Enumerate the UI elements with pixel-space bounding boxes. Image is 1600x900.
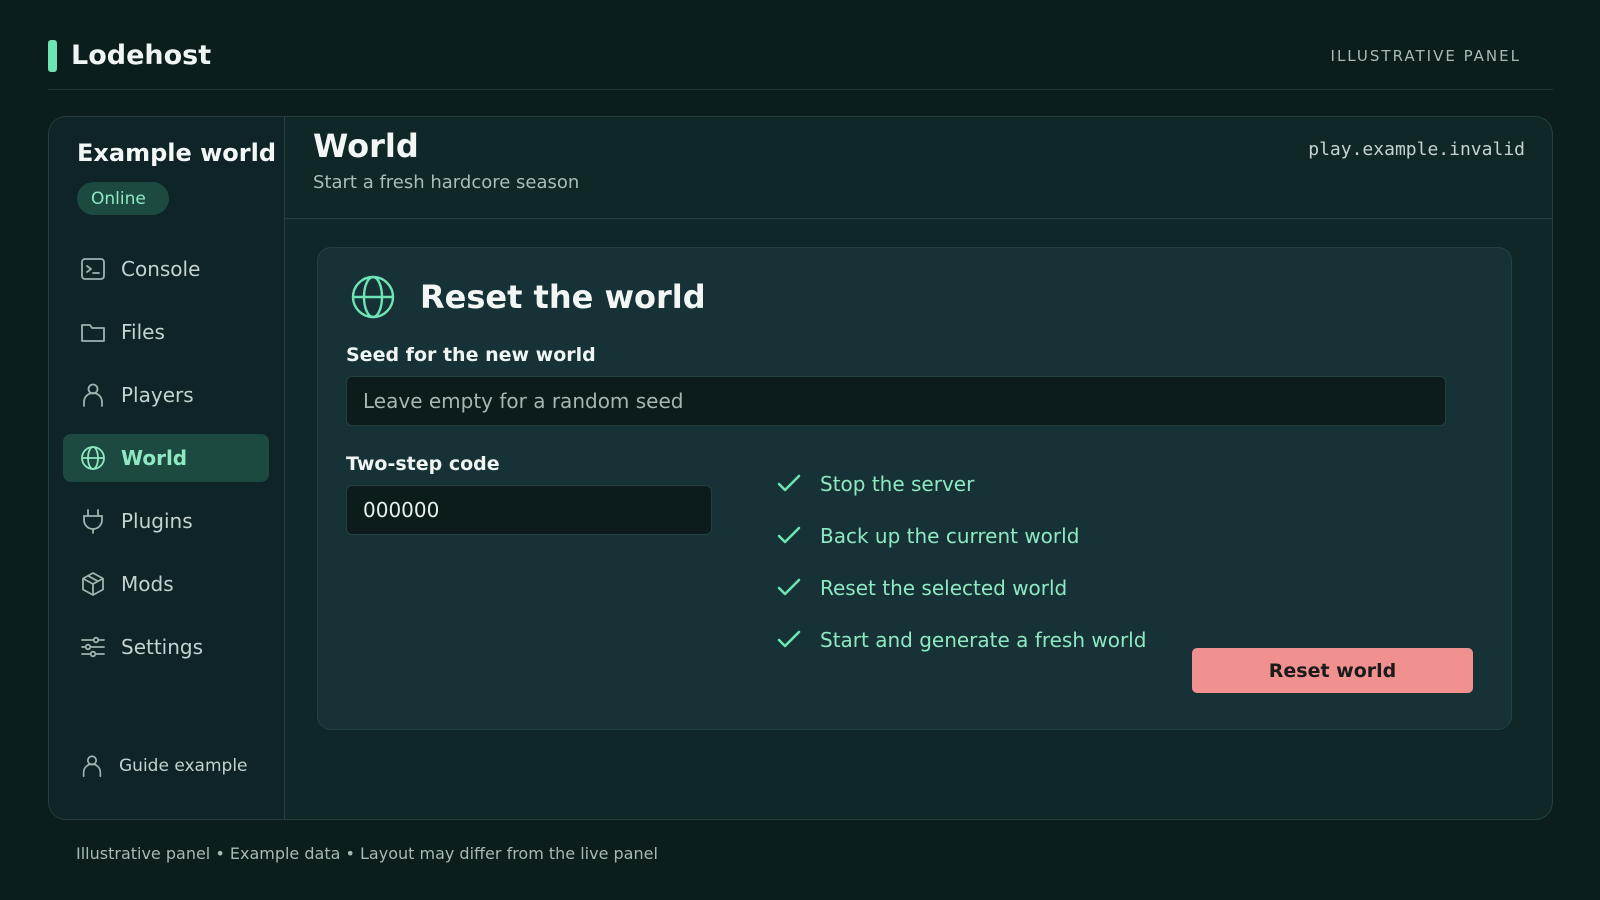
sidebar-item-plugins[interactable]: Plugins	[63, 497, 269, 545]
cube-icon	[82, 572, 104, 596]
list-item: Start and generate a fresh world	[776, 614, 1146, 666]
sidebar-nav: Console Files Players World Plugins Mods…	[63, 245, 269, 686]
page-subtitle: Start a fresh hardcore season	[313, 172, 580, 193]
reset-world-button[interactable]: Reset world	[1192, 648, 1473, 693]
main-content: World Start a fresh hardcore season play…	[285, 117, 1552, 819]
sidebar-item-world[interactable]: World	[63, 434, 269, 482]
list-item: Stop the server	[776, 458, 1146, 510]
step-label: Stop the server	[820, 472, 975, 496]
globe-icon	[81, 446, 105, 470]
page-title: World	[313, 127, 419, 165]
seed-label: Seed for the new world	[346, 344, 596, 366]
brand[interactable]: Lodehost	[48, 39, 212, 72]
brand-mark-icon	[48, 39, 57, 72]
step-label: Start and generate a fresh world	[820, 628, 1147, 652]
sidebar-item-label: Players	[121, 383, 194, 407]
sidebar-item-settings[interactable]: Settings	[63, 623, 269, 671]
sidebar-item-label: Files	[121, 320, 165, 344]
reset-steps-list: Stop the server Back up the current worl…	[776, 458, 1146, 666]
sidebar-item-console[interactable]: Console	[63, 245, 269, 293]
sliders-icon	[81, 636, 105, 658]
sidebar-item-label: World	[121, 446, 188, 470]
panel-tag: ILLUSTRATIVE PANEL	[1330, 46, 1521, 65]
user-account[interactable]: Guide example	[79, 753, 248, 779]
step-label: Back up the current world	[820, 524, 1080, 548]
sidebar-item-label: Mods	[121, 572, 174, 596]
user-icon	[82, 755, 102, 778]
brand-name: Lodehost	[71, 40, 212, 71]
status-badge: Online	[77, 182, 169, 215]
card-title: Reset the world	[420, 278, 706, 316]
user-name: Guide example	[119, 756, 248, 776]
check-icon	[777, 526, 801, 544]
check-icon	[777, 578, 801, 596]
server-panel: Example world Online Console Files Playe…	[48, 116, 1553, 820]
two-step-code-input[interactable]	[346, 485, 712, 535]
check-icon	[777, 474, 801, 492]
sidebar-item-mods[interactable]: Mods	[63, 560, 269, 608]
sidebar-item-label: Plugins	[121, 509, 193, 533]
sidebar-item-label: Console	[121, 257, 201, 281]
reset-world-card: Reset the world Seed for the new world T…	[317, 247, 1512, 730]
card-header: Reset the world	[350, 274, 706, 320]
list-item: Back up the current world	[776, 510, 1146, 562]
sidebar: Example world Online Console Files Playe…	[49, 117, 285, 819]
folder-icon	[81, 324, 105, 342]
plug-icon	[83, 509, 103, 534]
two-step-code-label: Two-step code	[346, 453, 500, 475]
server-address: play.example.invalid	[1308, 139, 1525, 160]
server-name: Example world	[77, 139, 277, 167]
list-item: Reset the selected world	[776, 562, 1146, 614]
globe-icon	[351, 275, 395, 319]
terminal-icon	[81, 258, 105, 280]
sidebar-item-label: Settings	[121, 635, 204, 659]
seed-input[interactable]	[346, 376, 1446, 426]
user-icon	[83, 383, 103, 407]
footer-note: Illustrative panel • Example data • Layo…	[76, 844, 658, 863]
sidebar-item-players[interactable]: Players	[63, 371, 269, 419]
step-label: Reset the selected world	[820, 576, 1068, 600]
sidebar-item-files[interactable]: Files	[63, 308, 269, 356]
check-icon	[777, 630, 801, 648]
page-header: World Start a fresh hardcore season play…	[285, 117, 1552, 219]
top-bar: Lodehost ILLUSTRATIVE PANEL	[48, 28, 1553, 90]
